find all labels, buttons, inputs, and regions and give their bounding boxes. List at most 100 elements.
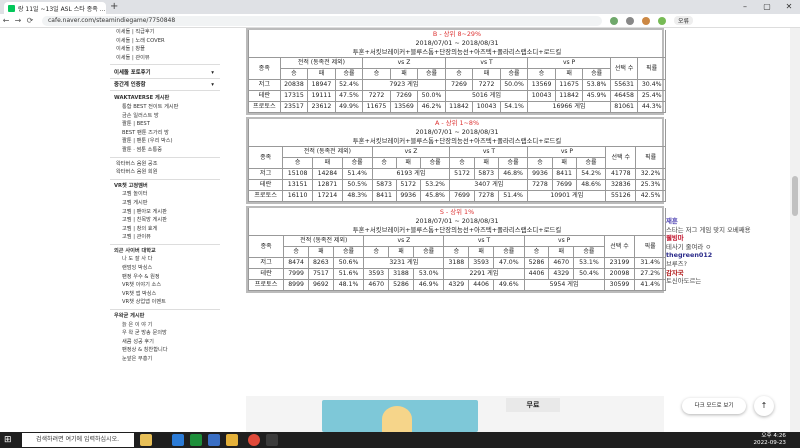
sidebar-item[interactable]: 이세돌 | 직급후기 — [110, 28, 220, 37]
sidebar-item[interactable]: VR챗 상업앱 이벤트 — [110, 298, 220, 307]
table-row: 프로토스 16110 17214 48.3% 8411 9936 45.8% 7699 7278… — [247, 190, 666, 202]
sidebar-item[interactable]: 고멤 | 창의 효게 — [110, 225, 220, 234]
scrollbar-thumb[interactable] — [792, 176, 798, 216]
sidebar-item[interactable]: 왁타버스 음원 회원 — [110, 168, 220, 177]
close-window-button[interactable]: ✕ — [778, 0, 800, 14]
table-cell: 5286 — [388, 279, 414, 291]
sidebar-item[interactable]: 이세돌 | 노래 COVER — [110, 37, 220, 46]
table-cell: 54.2% — [575, 168, 607, 180]
divider — [110, 178, 220, 180]
column-header: 종족 — [248, 57, 281, 80]
sidebar-item[interactable]: 고멤 게시판 — [110, 199, 220, 208]
column-subheader: 승 — [449, 157, 475, 169]
taskbar-app-icon[interactable] — [190, 434, 202, 446]
sidebar-item[interactable]: 나 도 잘 사 다 — [110, 255, 220, 264]
extension-icon[interactable] — [610, 16, 618, 25]
sidebar-item[interactable]: 랜덤잉 박싱스 — [110, 264, 220, 273]
divider — [110, 156, 220, 158]
sidebar-item[interactable]: 금손 일러스트 방 — [110, 112, 220, 121]
sidebar-item[interactable]: 왁타버스 음원 공조 — [110, 160, 220, 169]
sidebar-item[interactable]: 짤툰 · 썸툰 소통중 — [110, 146, 220, 155]
table-row: 프로토스 23517 23612 49.9% 11675 13569 46.2% 11842 1… — [248, 101, 666, 113]
taskbar-chrome-icon[interactable] — [248, 434, 260, 446]
table-cell: 7699 — [449, 190, 475, 202]
table-subheader-row: 승 패 승률 승 패 승률 승 패 승률 승 패 승률 — [249, 246, 666, 258]
taskbar-app-icon[interactable] — [140, 434, 152, 446]
ad-banner[interactable]: 무료 — [246, 396, 664, 432]
sidebar-category[interactable]: 이세돌 포토후기 ▾ — [110, 67, 220, 80]
sidebar-item[interactable]: 고멤 | 팬아모 게시판 — [110, 208, 220, 217]
sidebar-item[interactable]: 우 왁 굳 방송 문의방 — [110, 329, 220, 338]
sidebar-item[interactable]: 짤툰 | BEST — [110, 120, 220, 129]
column-header: 종족 — [247, 235, 285, 258]
table-row: 프로토스 8999 9692 48.1% 4670 5286 46.9% 4329 4406 49… — [247, 279, 666, 291]
ad-banner-image[interactable] — [322, 400, 478, 432]
profile-error-badge[interactable]: 오류 — [674, 16, 694, 25]
back-icon[interactable]: ← — [0, 16, 12, 25]
profile-avatar[interactable] — [658, 16, 666, 25]
sidebar-item[interactable]: 고멤 | 관이뷰 — [110, 233, 220, 242]
sidebar-item[interactable]: BEST 팬툰 즈가리 방 — [110, 129, 220, 138]
table-title-row: 투혼+서킷브레이커+블루스톰+단장의능선+아즈텍+폴라리스랩소디+로드킬 — [248, 226, 666, 236]
sidebar-category[interactable]: 중간계 인증함 ▾ — [110, 79, 220, 92]
reload-icon[interactable]: ⟳ — [24, 16, 36, 25]
system-clock[interactable]: 오후 4:26 2022-09-23 — [710, 433, 786, 447]
table-title-row: A - 상위 1~8% — [248, 119, 666, 128]
page-scrollbar[interactable] — [790, 28, 800, 432]
table-cell: 45.8% — [419, 190, 451, 202]
race-cell: 테란 — [248, 90, 281, 102]
extension-icon[interactable] — [642, 16, 650, 25]
sidebar-item[interactable]: VR챗 이야기 소스 — [110, 281, 220, 290]
table-cell: 48.3% — [341, 190, 373, 202]
race-cell: 테란 — [247, 179, 284, 191]
sidebar-item[interactable]: 이세돌 | 창플 — [110, 45, 220, 54]
taskbar-app-icon[interactable] — [266, 434, 278, 446]
table-cell: 53.0% — [412, 268, 445, 280]
taskbar-folder-icon[interactable] — [226, 434, 238, 446]
table-cell: 51.4% — [497, 190, 529, 202]
sidebar-item[interactable]: VR챗 앱 박싱스 — [110, 290, 220, 299]
browser-tab[interactable]: 랑 11일 ~13일 ASL 스타 종족 ... ✕ — [4, 2, 106, 14]
windows-start-icon[interactable]: ⊞ — [4, 435, 14, 445]
stat-table: B - 상위 8~29% 2018/07/01 ~ 2018/08/31 투혼+서킷… — [248, 30, 666, 113]
table-cell: 49.9% — [334, 101, 364, 113]
sidebar-item[interactable]: 고멤 놀이터 — [110, 190, 220, 199]
sidebar-item[interactable]: 팬정 우수 & 원정 — [110, 273, 220, 282]
new-tab-button[interactable]: + — [110, 1, 118, 12]
table-cell: 46.8% — [497, 168, 529, 180]
chat-message: 브루즈? — [666, 259, 688, 268]
sidebar-item[interactable]: 눈앞은 부흥기 — [110, 355, 220, 364]
table-cell: 7278 — [527, 179, 553, 191]
sidebar-item[interactable]: 새콤 성공 후기 — [110, 338, 220, 347]
table-cell: 4329 — [548, 268, 575, 280]
maximize-button[interactable]: ▢ — [756, 0, 778, 14]
scroll-to-top-icon[interactable]: ↑ — [754, 396, 774, 416]
sidebar-item[interactable]: 늙 은 이 야 기 — [110, 321, 220, 330]
address-toolbar: ← → ⟳ cafe.naver.com/steamindiegame/7750… — [0, 14, 800, 28]
minimize-button[interactable]: – — [734, 0, 756, 14]
table-cell: 3188 — [388, 268, 414, 280]
url-field[interactable]: cafe.naver.com/steamindiegame/7750848 — [42, 15, 602, 26]
table-maps: 투혼+서킷브레이커+블루스톰+단장의능선+아즈텍+폴라리스랩소디+로드킬 — [248, 226, 666, 236]
column-subheader: 승률 — [575, 157, 607, 169]
dark-mode-button[interactable]: 다크 모드로 보기 — [682, 398, 746, 414]
table-cell: 13569 — [389, 101, 419, 113]
sidebar-item[interactable]: 통합 BEST 전이트 게시판 — [110, 103, 220, 112]
table-cell: 16110 — [282, 190, 314, 202]
page-viewport: 이세돌 | 직급후기 이세돌 | 노래 COVER 이세돌 | 창플 이세돌 |… — [0, 28, 790, 432]
stat-table: S - 상위 1% 2018/07/01 ~ 2018/08/31 투혼+서킷브레이… — [247, 208, 666, 291]
sidebar-item[interactable]: 팬정상 & 칭찬합니다 — [110, 346, 220, 355]
sidebar-item[interactable]: 이세돌 | 관이뷰 — [110, 54, 220, 63]
column-header: vs T — [443, 235, 525, 247]
sidebar-item[interactable]: 고멤 | 친목방 게시판 — [110, 216, 220, 225]
sidebar-item[interactable]: 짤툰 | 팬툰 (우리 박스) — [110, 137, 220, 146]
taskbar-search-input[interactable]: 검색하려면 여기에 입력하십시오. — [22, 433, 134, 447]
taskbar-app-icon[interactable] — [208, 434, 220, 446]
forward-icon[interactable]: → — [12, 16, 24, 25]
taskbar-app-icon[interactable] — [172, 434, 184, 446]
chat-username: 웰빙마 — [666, 234, 684, 243]
table-cell: 4406 — [468, 279, 494, 291]
table-cell: 48.6% — [575, 179, 607, 191]
extension-icon[interactable] — [626, 16, 634, 25]
column-subheader: 승 — [363, 246, 390, 258]
